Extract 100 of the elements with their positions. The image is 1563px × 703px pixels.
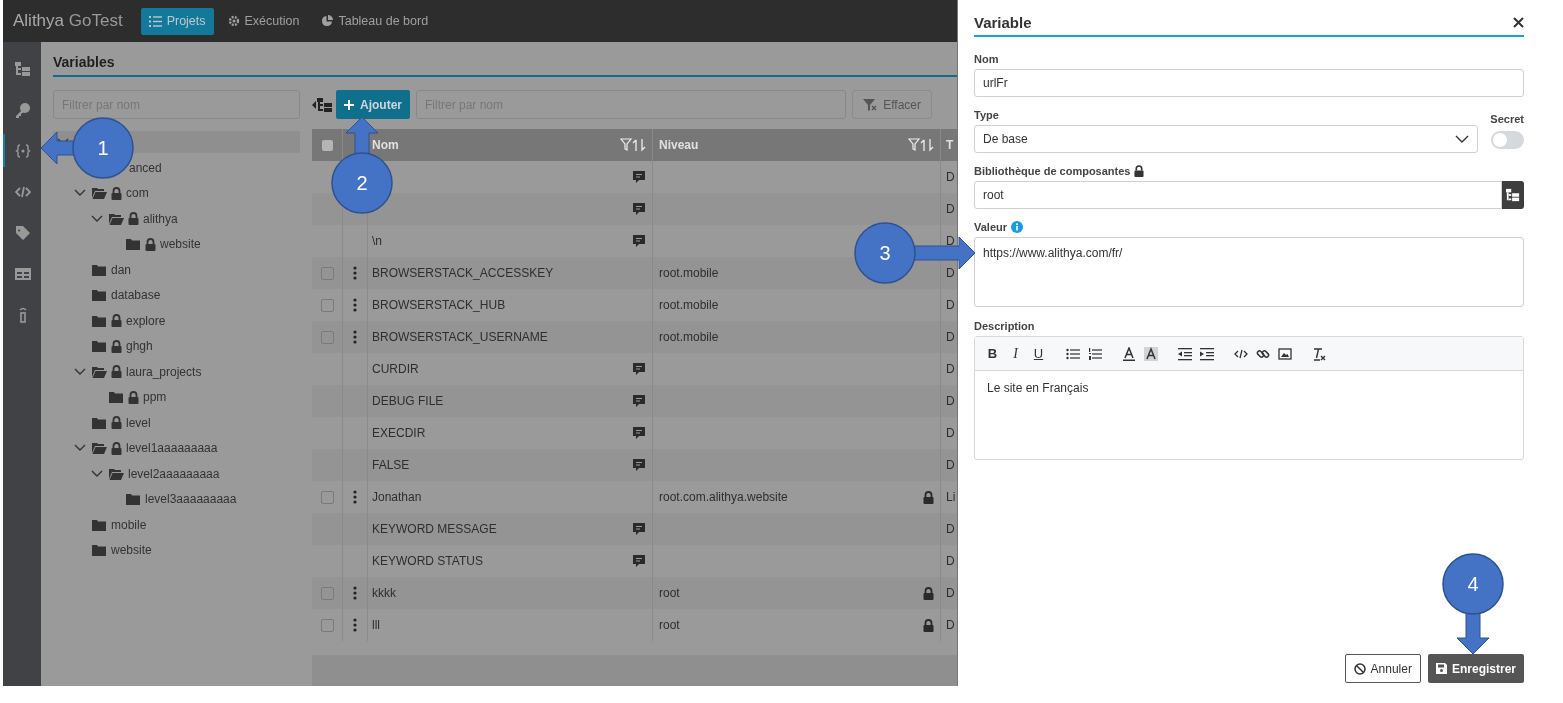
outdent-icon[interactable] [1178,346,1192,361]
bullets-icon[interactable] [1066,346,1080,361]
value-field[interactable]: https://www.alithya.com/fr/ [974,237,1524,307]
color-icon[interactable] [1122,346,1136,361]
lock-icon [111,339,122,353]
description-text[interactable]: Le site en Français [975,371,1523,405]
open-folder-icon [109,212,124,225]
table-cell: D [946,170,955,184]
open-folder-icon [92,187,107,200]
kebab-menu-icon[interactable] [353,266,357,280]
chevron-down-icon [1455,135,1470,143]
tree-item[interactable]: website [53,231,300,257]
tree-item[interactable]: dan [53,257,300,283]
clear-filter-icon [863,98,878,111]
kebab-menu-icon[interactable] [353,586,357,600]
column-header: T [946,138,954,152]
tree-item[interactable]: level3aaaaaaaaa [53,486,300,512]
tree-item[interactable]: level [53,410,300,436]
filter-sort-icon[interactable] [620,138,646,152]
list-icon [148,15,162,27]
table-cell: D [946,426,955,440]
step-tooltip: 4 [1442,553,1504,655]
cancel-button[interactable]: Annuler [1344,654,1421,683]
tree-picker-button[interactable] [1502,181,1524,209]
tree-item[interactable]: level2aaaaaaaaa [53,461,300,487]
filter-sort-icon[interactable] [908,138,934,152]
type-dropdown[interactable]: De base [974,125,1479,153]
name-field[interactable]: urlFr [974,69,1524,97]
table-cell: D [946,394,955,408]
select-all-checkbox[interactable] [321,139,333,151]
row-checkbox[interactable] [320,490,334,504]
tree-icon [1506,188,1520,202]
kebab-menu-icon[interactable] [353,490,357,504]
table-cell: DEBUG FILE [372,394,444,408]
underline-button[interactable]: U [1031,346,1046,361]
field-label: Bibliothèque de composantes [974,165,1131,177]
kebab-menu-icon[interactable] [353,330,357,344]
row-checkbox[interactable] [320,618,334,632]
close-icon[interactable] [1513,17,1524,28]
row-checkbox[interactable] [320,266,334,280]
tree-item[interactable]: explore [53,308,300,334]
tree-item[interactable]: ghgh [53,333,300,359]
tree-item[interactable]: website [53,537,300,563]
save-button[interactable]: Enregistrer [1427,654,1524,683]
table-cell: root.mobile [659,266,719,280]
tree-item[interactable]: laura_projects [53,359,300,385]
kebab-menu-icon[interactable] [353,298,357,312]
tree-item[interactable]: database [53,282,300,308]
app-logo: Alithya GoTest [13,11,123,31]
chevron-down-icon[interactable] [89,468,105,479]
comment-icon [632,234,646,248]
tree-item[interactable]: ppm [53,384,300,410]
row-checkbox[interactable] [320,330,334,344]
tree-toggle-icon[interactable] [312,96,332,113]
tree-item[interactable]: mobile [53,512,300,538]
row-checkbox[interactable] [320,586,334,600]
tree-item[interactable]: com [53,180,300,206]
kebab-menu-icon[interactable] [353,618,357,632]
tree-item[interactable]: anced [53,155,300,181]
comment-icon [632,170,646,184]
field-label: Valeur [974,221,1008,233]
folder-icon [92,416,107,429]
table-cell: root.mobile [659,330,719,344]
comment-icon [632,426,646,440]
indent-icon[interactable] [1200,346,1214,361]
add-button[interactable]: Ajouter [336,90,410,119]
image-icon[interactable] [1278,346,1292,361]
comment-icon [632,394,646,408]
table-cell: Li [946,490,956,504]
italic-button[interactable]: I [1008,345,1023,362]
nav-tab[interactable]: Tableau de bord [313,7,437,35]
table-cell: D [946,618,955,632]
lock-icon [111,314,122,328]
nav-tab[interactable]: Exécution [219,7,308,35]
chevron-down-icon[interactable] [89,213,105,224]
highlight-icon[interactable] [1144,346,1158,361]
info-icon[interactable] [1011,221,1024,233]
table-cell: Jonathan [372,490,422,504]
numbers-icon[interactable] [1088,346,1102,361]
clear-icon[interactable] [1312,346,1326,361]
chevron-down-icon[interactable] [72,366,88,377]
table-cell: D [946,458,955,472]
secret-toggle[interactable] [1491,131,1524,149]
nav-tab[interactable]: Projets [140,7,214,35]
folder-icon [92,289,107,302]
open-folder-icon [92,442,107,455]
bold-button[interactable]: B [985,346,1000,361]
folder-icon [126,238,141,251]
folder-icon [92,544,107,557]
lock-icon [111,416,122,430]
row-checkbox[interactable] [320,298,334,312]
tree-item[interactable]: level1aaaaaaaaa [53,435,300,461]
lock-icon [145,237,156,251]
comment-icon [632,362,646,376]
table-cell: root.mobile [659,298,719,312]
drawer-title: Variable [974,14,1032,31]
tree-item[interactable]: alithya [53,206,300,232]
library-field[interactable]: root [974,181,1502,209]
open-folder-icon [92,365,107,378]
open-folder-icon [109,467,124,480]
